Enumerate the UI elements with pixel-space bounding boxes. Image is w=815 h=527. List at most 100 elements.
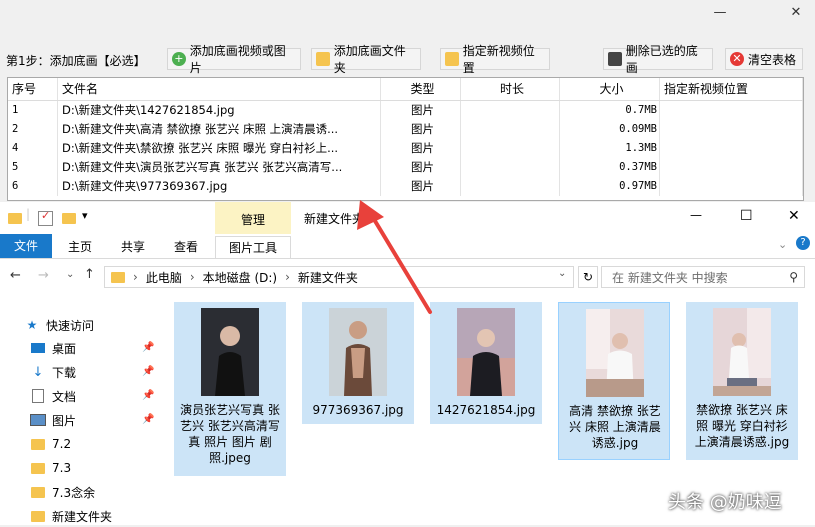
tab-view[interactable]: 查看 xyxy=(166,236,206,258)
sidebar-item[interactable]: 桌面 xyxy=(30,337,76,359)
pin-icon[interactable]: 📌 xyxy=(142,366,154,377)
document-icon xyxy=(30,389,46,403)
sidebar-item-label: 快速访问 xyxy=(46,318,95,333)
cell-duration xyxy=(461,101,560,120)
close-button[interactable]: ✕ xyxy=(776,2,815,24)
sidebar-item[interactable]: 文档 xyxy=(30,385,76,407)
sidebar-item-label: 7.3念余 xyxy=(52,485,96,500)
clear-table-label: 清空表格 xyxy=(748,52,797,67)
tab-picture-tools[interactable]: 图片工具 xyxy=(215,236,291,258)
folder-add-icon xyxy=(316,52,330,66)
sidebar-item[interactable]: 新建文件夹 xyxy=(30,505,112,527)
cell-index: 4 xyxy=(8,139,58,158)
ribbon-expand-icon[interactable]: ⌄ xyxy=(778,238,787,251)
cell-size: 0.97MB xyxy=(560,177,660,196)
cell-filename: D:\新建文件夹\1427621854.jpg xyxy=(58,101,381,120)
sidebar-item[interactable]: 7.3 xyxy=(30,457,71,479)
step-label: 第1步：添加底画【必选】 xyxy=(6,54,146,68)
explorer-minimize-button[interactable]: — xyxy=(690,208,702,222)
cell-filename: D:\新建文件夹\高清 禁欲撩 张艺兴 床照 上演清晨诱... xyxy=(58,120,381,139)
address-dropdown-icon[interactable]: ⌄ xyxy=(558,268,566,279)
properties-icon[interactable]: ✓ xyxy=(38,209,53,226)
star-icon: ★ xyxy=(26,318,38,332)
tab-file[interactable]: 文件 xyxy=(0,234,52,258)
cell-duration xyxy=(461,158,560,177)
separator: | xyxy=(26,207,31,221)
explorer-close-button[interactable]: ✕ xyxy=(788,208,800,224)
sidebar-item-label: 桌面 xyxy=(52,341,77,356)
file-name-label: 977369367.jpg xyxy=(312,403,404,417)
cell-target xyxy=(660,120,803,139)
image-thumbnail xyxy=(329,308,387,396)
up-icon[interactable]: ↑ xyxy=(84,267,95,282)
cell-duration xyxy=(461,139,560,158)
cell-index: 1 xyxy=(8,101,58,120)
recent-dropdown-icon[interactable]: ⌄ xyxy=(66,269,74,280)
clear-table-button[interactable]: ✕ 清空表格 xyxy=(725,48,803,70)
header-filename[interactable]: 文件名 xyxy=(58,78,381,100)
download-icon: ↓ xyxy=(32,364,44,380)
minimize-button[interactable]: — xyxy=(700,2,740,24)
sidebar-item[interactable]: 图片 xyxy=(30,409,76,431)
table-row[interactable]: 6 D:\新建文件夹\977369367.jpg 图片 0.97MB xyxy=(8,177,803,196)
sidebar-item-label: 文档 xyxy=(52,389,77,404)
folder-icon xyxy=(30,438,46,450)
clear-icon: ✕ xyxy=(730,52,744,66)
image-thumbnail xyxy=(713,308,771,396)
sidebar-item[interactable]: 7.3念余 xyxy=(30,481,95,503)
tab-share[interactable]: 共享 xyxy=(113,236,153,258)
table-row[interactable]: 2 D:\新建文件夹\高清 禁欲撩 张艺兴 床照 上演清晨诱... 图片 0.09MB xyxy=(8,120,803,139)
table-row[interactable]: 4 D:\新建文件夹\禁欲撩 张艺兴 床照 曝光 穿白衬衫上... 图片 1.3MB xyxy=(8,139,803,158)
cell-filename: D:\新建文件夹\禁欲撩 张艺兴 床照 曝光 穿白衬衫上... xyxy=(58,139,381,158)
crumb-sep: › xyxy=(189,270,195,284)
cell-type: 图片 xyxy=(381,139,461,158)
tab-home[interactable]: 主页 xyxy=(60,236,100,258)
table-row[interactable]: 5 D:\新建文件夹\演员张艺兴写真 张艺兴 张艺兴高清写... 图片 0.37MB xyxy=(8,158,803,177)
pin-icon[interactable]: 📌 xyxy=(142,390,154,401)
header-index[interactable]: 序号 xyxy=(8,78,58,100)
pin-icon[interactable]: 📌 xyxy=(142,342,154,353)
desktop-icon xyxy=(30,343,46,353)
folder-icon xyxy=(30,510,46,522)
sidebar-item[interactable]: 7.2 xyxy=(30,433,71,455)
help-icon[interactable]: ? xyxy=(796,236,810,250)
cell-target xyxy=(660,158,803,177)
explorer-maximize-button[interactable]: ☐ xyxy=(740,208,753,224)
table-row[interactable]: 1 D:\新建文件夹\1427621854.jpg 图片 0.7MB xyxy=(8,101,803,120)
file-tile[interactable]: 高清 禁欲撩 张艺兴 床照 上演清晨诱惑.jpg xyxy=(558,302,670,460)
header-duration[interactable]: 时长 xyxy=(461,78,560,100)
file-tile[interactable]: 1427621854.jpg xyxy=(430,302,542,424)
add-video-button[interactable]: + 添加底画视频或图片 xyxy=(167,44,301,75)
folder-icon xyxy=(30,462,46,474)
breadcrumb-drive-d[interactable]: 本地磁盘 (D:) xyxy=(203,269,277,286)
pin-icon[interactable]: 📌 xyxy=(142,414,154,425)
search-input[interactable]: 在 新建文件夹 中搜索 ⚲ xyxy=(601,266,805,288)
breadcrumb-this-pc[interactable]: 此电脑 xyxy=(146,269,182,286)
sidebar-item[interactable]: ↓ 下载 xyxy=(30,361,76,383)
new-folder-icon[interactable] xyxy=(62,213,76,224)
header-size[interactable]: 大小 xyxy=(560,78,660,100)
cell-duration xyxy=(461,177,560,196)
image-thumbnail xyxy=(457,308,515,396)
add-video-label: 添加底画视频或图片 xyxy=(189,44,286,75)
header-target[interactable]: 指定新视频位置 xyxy=(660,78,803,100)
set-position-button[interactable]: 指定新视频位置 xyxy=(440,44,550,75)
tab-manage[interactable]: 管理 xyxy=(215,202,291,236)
quick-access-dropdown-icon[interactable]: ▾ xyxy=(82,209,88,222)
file-tile[interactable]: 977369367.jpg xyxy=(302,302,414,424)
forward-icon[interactable]: → xyxy=(38,268,49,283)
cell-target xyxy=(660,139,803,158)
add-folder-button[interactable]: 添加底画文件夹 xyxy=(311,44,421,75)
app-top-area xyxy=(0,0,815,40)
back-icon[interactable]: ← xyxy=(10,268,21,283)
header-type[interactable]: 类型 xyxy=(381,78,461,100)
delete-selected-button[interactable]: 删除已选的底画 xyxy=(603,44,713,75)
refresh-icon[interactable]: ↻ xyxy=(578,266,598,288)
sidebar-item-label: 下载 xyxy=(52,365,77,380)
file-tile[interactable]: 演员张艺兴写真 张艺兴 张艺兴高清写真 照片 图片 剧照.jpeg xyxy=(174,302,286,476)
cell-size: 0.37MB xyxy=(560,158,660,177)
folder-icon xyxy=(30,486,46,498)
sidebar-item[interactable]: ★ 快速访问 xyxy=(24,314,94,336)
file-tile[interactable]: 禁欲撩 张艺兴 床照 曝光 穿白衬衫上演清晨诱惑.jpg xyxy=(686,302,798,460)
folder-icon xyxy=(8,213,22,224)
